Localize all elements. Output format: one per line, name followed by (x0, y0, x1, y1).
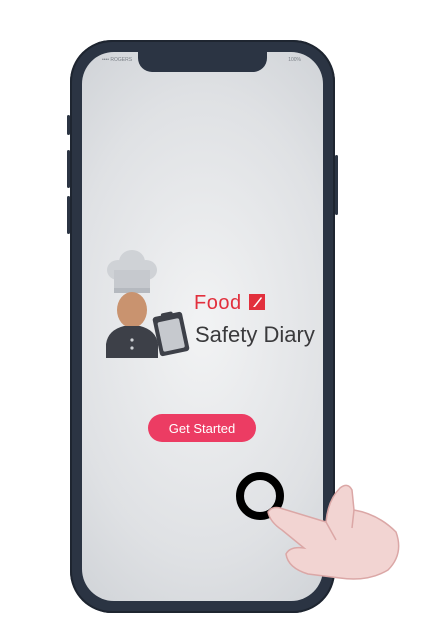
notch (138, 52, 267, 72)
volume-down-button (67, 196, 70, 234)
battery-label: 100% (288, 57, 301, 63)
brand-name-subtitle: Safety Diary (195, 322, 315, 347)
get-started-button[interactable]: Get Started (148, 414, 256, 442)
brand-name-main: Food (194, 292, 242, 314)
hand-tap-icon (236, 472, 400, 580)
mute-switch (67, 115, 70, 135)
power-button (335, 155, 338, 215)
chef-icon (106, 250, 190, 358)
knife-icon (249, 294, 265, 310)
carrier-label: •••• ROGERS (102, 57, 133, 63)
app-logo: Food Safety Diary (102, 248, 315, 358)
volume-up-button (67, 150, 70, 188)
